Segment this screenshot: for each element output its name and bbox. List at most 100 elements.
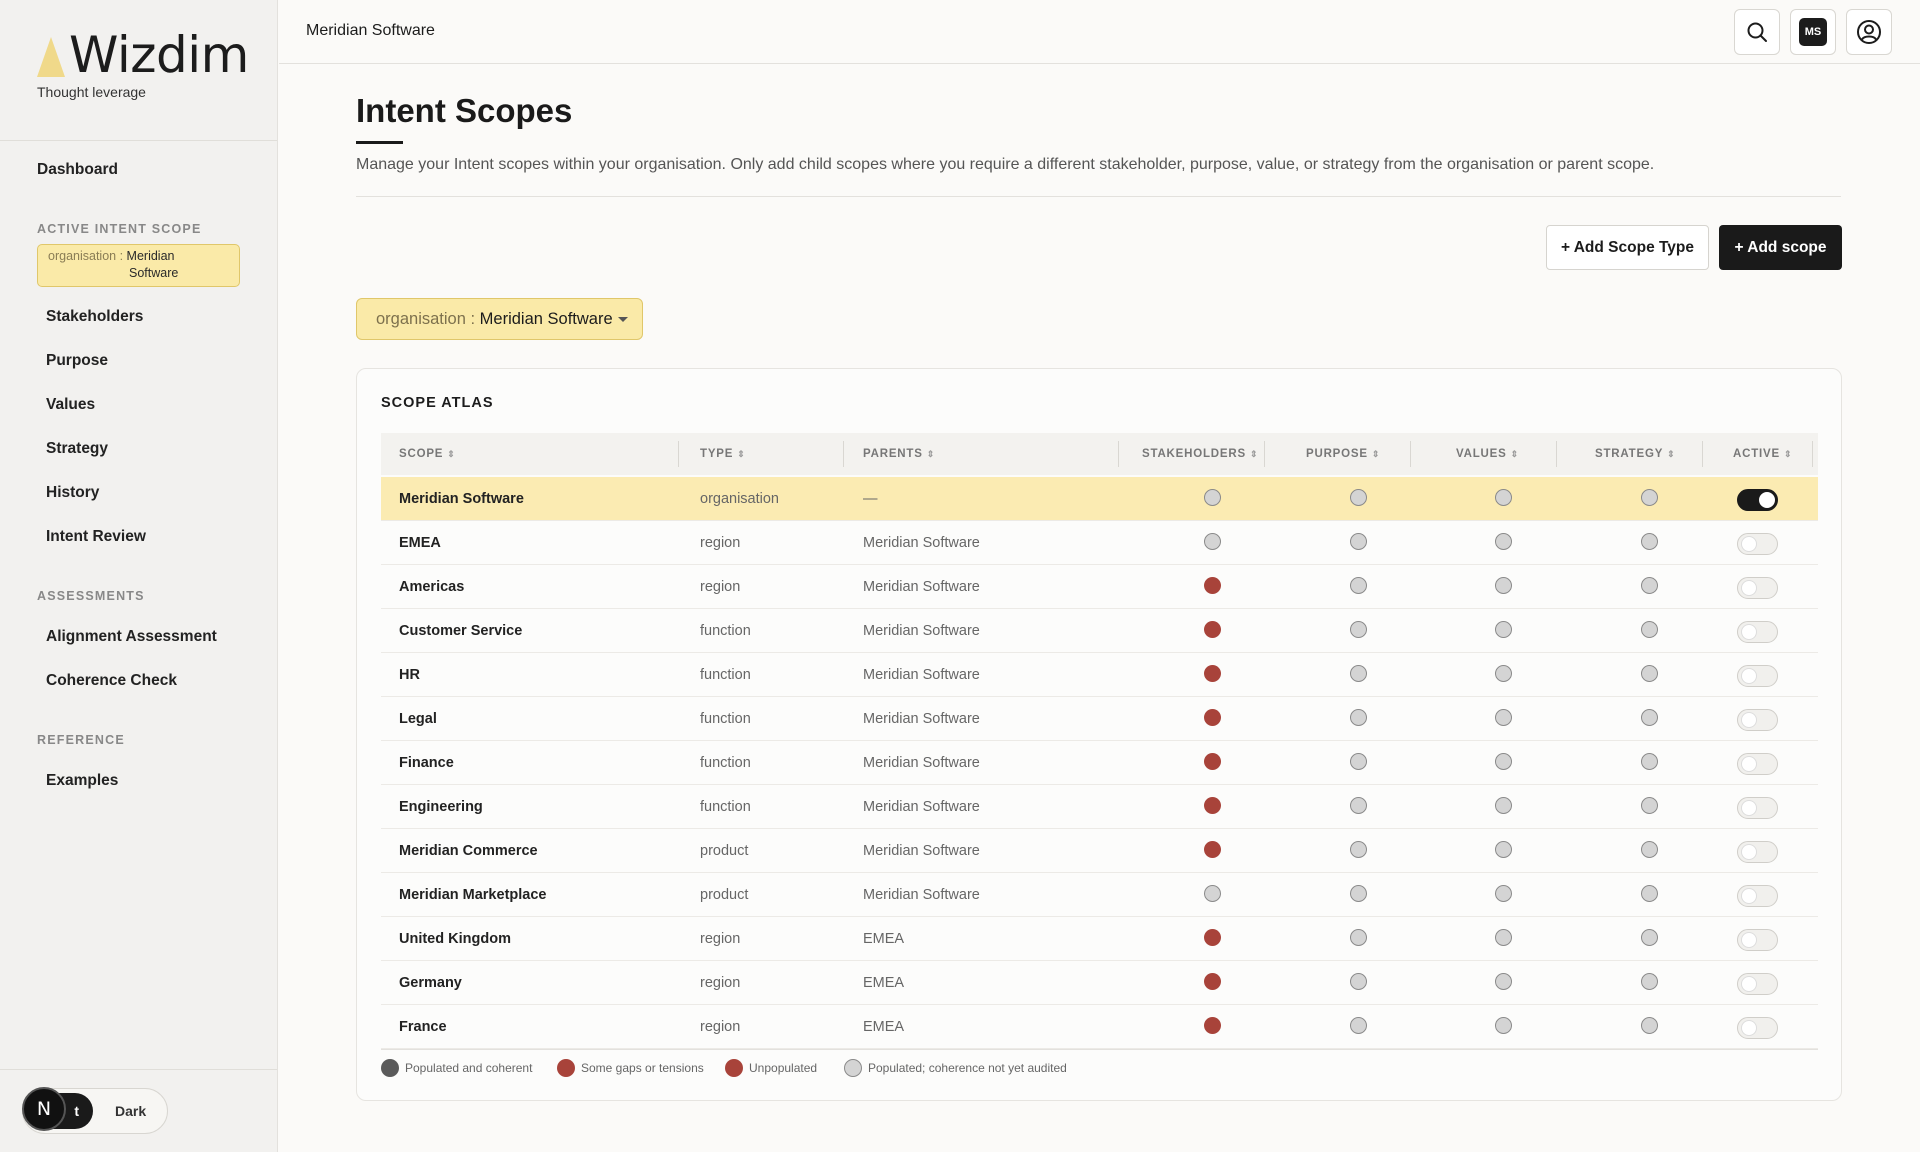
purpose-status-dot[interactable] (1350, 1017, 1367, 1034)
active-scope-chip[interactable]: organisation : Meridian Software (37, 244, 240, 287)
sidebar-item-stakeholders[interactable]: Stakeholders (46, 308, 143, 326)
purpose-status-dot[interactable] (1350, 797, 1367, 814)
purpose-status-dot[interactable] (1350, 533, 1367, 550)
stakeholders-status-dot[interactable] (1204, 533, 1221, 550)
table-row[interactable]: Meridian Marketplace product Meridian Soft… (381, 873, 1818, 917)
sidebar-item-history[interactable]: History (46, 484, 99, 502)
sort-icon[interactable]: ⇕ (1667, 449, 1675, 459)
strategy-status-dot[interactable] (1641, 841, 1658, 858)
add-scope-button[interactable]: + Add scope (1719, 225, 1842, 270)
table-row[interactable]: Germany region EMEA (381, 961, 1818, 1005)
sort-icon[interactable]: ⇕ (1511, 449, 1519, 459)
values-status-dot[interactable] (1495, 533, 1512, 550)
stakeholders-status-dot[interactable] (1204, 1017, 1221, 1034)
active-toggle[interactable] (1737, 621, 1778, 643)
column-header-scope[interactable]: SCOPE ⇕ (399, 433, 456, 475)
active-toggle[interactable] (1737, 665, 1778, 687)
active-toggle[interactable] (1737, 1017, 1778, 1039)
purpose-status-dot[interactable] (1350, 665, 1367, 682)
stakeholders-status-dot[interactable] (1204, 489, 1221, 506)
column-header-active[interactable]: ACTIVE ⇕ (1733, 433, 1792, 475)
active-toggle[interactable] (1737, 929, 1778, 951)
active-toggle[interactable] (1737, 797, 1778, 819)
table-row[interactable]: Legal function Meridian Software (381, 697, 1818, 741)
values-status-dot[interactable] (1495, 1017, 1512, 1034)
column-header-strategy[interactable]: STRATEGY ⇕ (1595, 433, 1676, 475)
table-row[interactable]: Meridian Commerce product Meridian Softwar… (381, 829, 1818, 873)
values-status-dot[interactable] (1495, 621, 1512, 638)
table-row[interactable]: Customer Service function Meridian Softwar… (381, 609, 1818, 653)
column-header-type[interactable]: TYPE ⇕ (700, 433, 746, 475)
stakeholders-status-dot[interactable] (1204, 885, 1221, 902)
table-row[interactable]: Engineering function Meridian Software (381, 785, 1818, 829)
purpose-status-dot[interactable] (1350, 841, 1367, 858)
table-row[interactable]: EMEA region Meridian Software (381, 521, 1818, 565)
user-menu-button[interactable] (1846, 9, 1892, 55)
strategy-status-dot[interactable] (1641, 709, 1658, 726)
active-toggle[interactable] (1737, 841, 1778, 863)
organisation-switch-button[interactable]: MS (1790, 9, 1836, 55)
strategy-status-dot[interactable] (1641, 753, 1658, 770)
sort-icon[interactable]: ⇕ (927, 449, 935, 459)
values-status-dot[interactable] (1495, 885, 1512, 902)
values-status-dot[interactable] (1495, 489, 1512, 506)
sidebar-item-values[interactable]: Values (46, 396, 95, 414)
strategy-status-dot[interactable] (1641, 929, 1658, 946)
active-toggle[interactable] (1737, 885, 1778, 907)
search-button[interactable] (1734, 9, 1780, 55)
table-row[interactable]: HR function Meridian Software (381, 653, 1818, 697)
values-status-dot[interactable] (1495, 709, 1512, 726)
table-row[interactable]: Finance function Meridian Software (381, 741, 1818, 785)
strategy-status-dot[interactable] (1641, 885, 1658, 902)
purpose-status-dot[interactable] (1350, 709, 1367, 726)
strategy-status-dot[interactable] (1641, 665, 1658, 682)
scope-selector-dropdown[interactable]: organisation : Meridian Software (356, 298, 643, 340)
values-status-dot[interactable] (1495, 577, 1512, 594)
stakeholders-status-dot[interactable] (1204, 973, 1221, 990)
sidebar-item-examples[interactable]: Examples (46, 772, 118, 790)
sidebar-item-alignment-assessment[interactable]: Alignment Assessment (46, 628, 217, 646)
active-toggle[interactable] (1737, 753, 1778, 775)
strategy-status-dot[interactable] (1641, 489, 1658, 506)
values-status-dot[interactable] (1495, 929, 1512, 946)
active-toggle[interactable] (1737, 709, 1778, 731)
strategy-status-dot[interactable] (1641, 621, 1658, 638)
brand-logo[interactable]: Wizdim (37, 30, 249, 80)
strategy-status-dot[interactable] (1641, 577, 1658, 594)
table-row[interactable]: Americas region Meridian Software (381, 565, 1818, 609)
sidebar-item-purpose[interactable]: Purpose (46, 352, 108, 370)
column-header-parents[interactable]: PARENTS ⇕ (863, 433, 935, 475)
sort-icon[interactable]: ⇕ (1372, 449, 1380, 459)
purpose-status-dot[interactable] (1350, 753, 1367, 770)
strategy-status-dot[interactable] (1641, 1017, 1658, 1034)
values-status-dot[interactable] (1495, 973, 1512, 990)
values-status-dot[interactable] (1495, 753, 1512, 770)
column-header-purpose[interactable]: PURPOSE ⇕ (1306, 433, 1380, 475)
sort-icon[interactable]: ⇕ (737, 449, 745, 459)
table-row[interactable]: Meridian Software organisation — (381, 477, 1818, 521)
active-toggle[interactable] (1737, 533, 1778, 555)
table-row[interactable]: United Kingdom region EMEA (381, 917, 1818, 961)
strategy-status-dot[interactable] (1641, 797, 1658, 814)
strategy-status-dot[interactable] (1641, 533, 1658, 550)
sort-icon[interactable]: ⇕ (1250, 449, 1258, 459)
active-toggle[interactable] (1737, 577, 1778, 599)
purpose-status-dot[interactable] (1350, 489, 1367, 506)
sort-icon[interactable]: ⇕ (447, 449, 455, 459)
add-scope-type-button[interactable]: + Add Scope Type (1546, 225, 1709, 270)
stakeholders-status-dot[interactable] (1204, 577, 1221, 594)
column-header-values[interactable]: VALUES ⇕ (1456, 433, 1519, 475)
values-status-dot[interactable] (1495, 665, 1512, 682)
purpose-status-dot[interactable] (1350, 973, 1367, 990)
sidebar-item-dashboard[interactable]: Dashboard (37, 161, 118, 179)
table-row[interactable]: France region EMEA (381, 1005, 1818, 1049)
sort-icon[interactable]: ⇕ (1784, 449, 1792, 459)
purpose-status-dot[interactable] (1350, 577, 1367, 594)
values-status-dot[interactable] (1495, 797, 1512, 814)
n-badge-icon[interactable]: N (22, 1087, 66, 1131)
stakeholders-status-dot[interactable] (1204, 665, 1221, 682)
values-status-dot[interactable] (1495, 841, 1512, 858)
stakeholders-status-dot[interactable] (1204, 753, 1221, 770)
stakeholders-status-dot[interactable] (1204, 841, 1221, 858)
purpose-status-dot[interactable] (1350, 929, 1367, 946)
